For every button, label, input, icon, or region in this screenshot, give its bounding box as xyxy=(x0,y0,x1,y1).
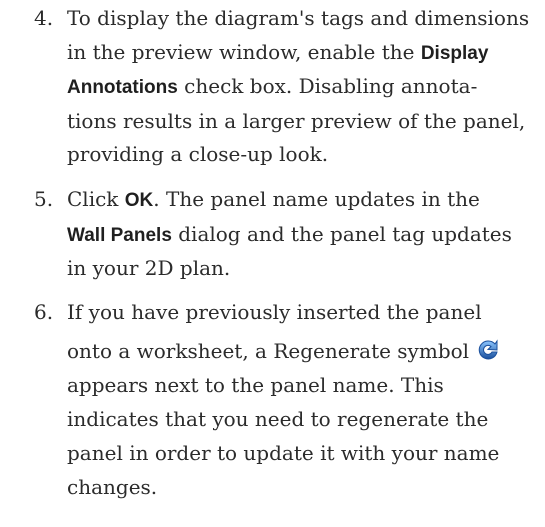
text-line: Click OK. The panel name updates in the xyxy=(67,183,535,218)
step-number: 6. xyxy=(34,300,54,324)
text-run: changes. xyxy=(67,474,158,499)
text-line: in your 2D plan. xyxy=(67,252,535,286)
text-run: dialog and the panel tag updates xyxy=(171,221,512,246)
text-run: providing a close-up look. xyxy=(67,142,329,166)
text-run: in the preview window, enable the xyxy=(67,39,421,64)
text-line: Annotations check box. Disabling annota- xyxy=(67,70,535,105)
text-line: tions results in a larger preview of the… xyxy=(67,105,535,139)
text-line: onto a worksheet, a Regenerate symbol xyxy=(67,334,535,368)
text-line: If you have previously inserted the pane… xyxy=(67,296,535,330)
text-run: indicates that you need to regenerate th… xyxy=(67,406,489,431)
ui-term: OK xyxy=(124,190,154,211)
step-text: To display the diagram's tags and dimens… xyxy=(67,2,535,172)
step-text: If you have previously inserted the pane… xyxy=(67,296,535,504)
ui-term: Wall Panels xyxy=(67,224,172,246)
text-run: in your 2D plan. xyxy=(67,256,231,280)
text-line: indicates that you need to regenerate th… xyxy=(67,402,535,436)
text-line: panel in order to update it with your na… xyxy=(67,436,535,470)
text-run: tions results in a larger preview of the… xyxy=(67,108,526,133)
document-page: 4. To display the diagram's tags and dim… xyxy=(0,0,545,527)
text-line: To display the diagram's tags and dimens… xyxy=(67,2,535,36)
text-line: providing a close-up look. xyxy=(67,138,535,172)
text-run: . The panel name updates in the xyxy=(153,187,480,211)
text-run: check box. Disabling annota- xyxy=(177,74,478,98)
text-line: Wall Panels dialog and the panel tag upd… xyxy=(67,218,535,253)
text-line: appears next to the panel name. This xyxy=(67,368,535,402)
text-run: onto a worksheet, a Regenerate symbol xyxy=(67,338,470,363)
text-run: panel in order to update it with your na… xyxy=(67,440,500,465)
text-run: If you have previously inserted the pane… xyxy=(67,300,482,324)
step-number: 5. xyxy=(34,187,54,211)
text-run: appears next to the panel name. This xyxy=(67,372,444,397)
step-text: Click OK. The panel name updates in the W… xyxy=(67,183,535,286)
ui-term: Annotations xyxy=(67,77,178,98)
step-number: 4. xyxy=(34,6,54,30)
text-line: in the preview window, enable the Displa… xyxy=(67,36,535,71)
text-run: To display the diagram's tags and dimens… xyxy=(67,6,530,30)
regenerate-icon xyxy=(478,338,498,359)
text-line: changes. xyxy=(67,470,535,504)
ui-term: Display xyxy=(420,42,489,64)
text-run: Click xyxy=(67,187,125,211)
